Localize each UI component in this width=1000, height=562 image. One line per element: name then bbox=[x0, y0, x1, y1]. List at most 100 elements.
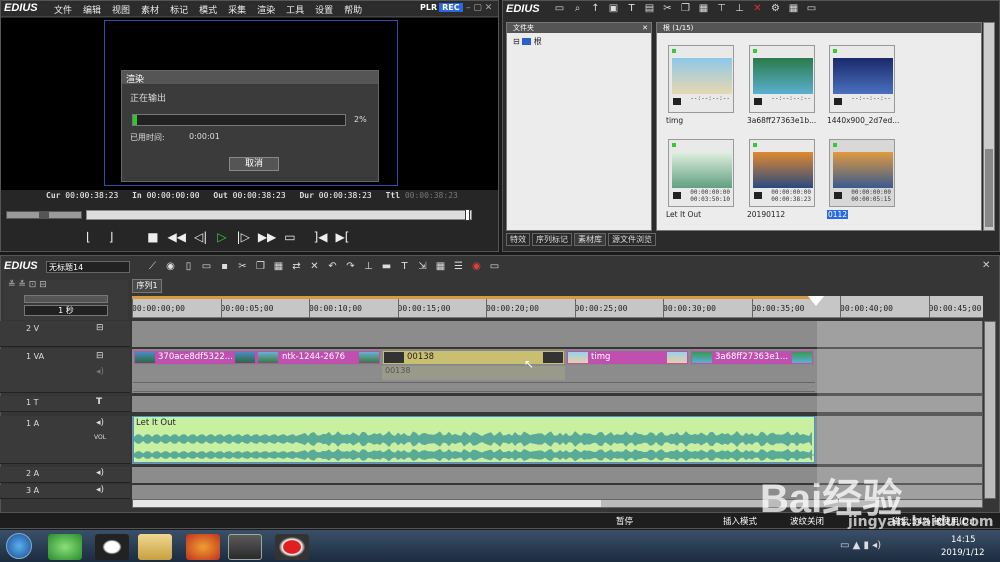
bin-tab-0[interactable]: 特效 bbox=[506, 233, 530, 246]
export-icon[interactable]: ⇲ bbox=[416, 261, 429, 273]
menu-item-4[interactable]: 标记 bbox=[170, 6, 188, 16]
a3-speaker-icon[interactable]: ◂) bbox=[96, 485, 104, 495]
new-icon[interactable]: ▯ bbox=[182, 261, 195, 273]
tl-title-icon[interactable]: T bbox=[398, 261, 411, 273]
rewind-icon[interactable]: ◀◀ bbox=[168, 230, 186, 244]
properties-icon[interactable]: ⚙ bbox=[769, 3, 782, 15]
v2-icon[interactable]: ⊟ bbox=[96, 323, 104, 333]
bin-clip-4[interactable]: 00:00:00:00 00:00:38:23 bbox=[749, 139, 815, 207]
delete-clip-icon[interactable]: ✕ bbox=[308, 261, 321, 273]
folder-root[interactable]: ⊟ 根 bbox=[513, 36, 651, 47]
bin-scroll-thumb[interactable] bbox=[985, 149, 993, 227]
t1-icon[interactable]: T bbox=[96, 397, 102, 407]
taskbar-explorer-icon[interactable] bbox=[138, 534, 172, 560]
bin-tab-3[interactable]: 源文件浏览 bbox=[608, 233, 656, 246]
tray-icons[interactable]: ▭ ▲ ▮ ◂) bbox=[840, 540, 881, 551]
redo-icon[interactable]: ↷ bbox=[344, 261, 357, 273]
up-icon[interactable]: ↑ bbox=[589, 3, 602, 15]
scale-selector[interactable]: 1 秒 bbox=[24, 305, 108, 316]
a1-speaker-icon[interactable]: ◂) bbox=[96, 418, 104, 428]
track-header-t1[interactable]: 1 T T bbox=[0, 396, 130, 412]
loop-icon[interactable]: ▭ bbox=[284, 230, 295, 244]
plr-rec-switch[interactable]: PLR REC bbox=[418, 3, 463, 14]
taskbar-recorder-icon[interactable] bbox=[275, 534, 309, 560]
record-icon[interactable]: ◉ bbox=[470, 261, 483, 273]
status-insert-mode[interactable]: 插入模式 bbox=[723, 515, 757, 527]
taskbar-edius-icon[interactable] bbox=[228, 534, 262, 560]
undo-icon[interactable]: ↶ bbox=[326, 261, 339, 273]
project-name[interactable]: 无标题14 bbox=[46, 261, 130, 273]
insert-timeline-icon[interactable]: ⊥ bbox=[733, 3, 746, 15]
va1-icon[interactable]: ⊟ bbox=[96, 351, 104, 361]
capture-icon[interactable]: ◉ bbox=[164, 261, 177, 273]
position-slider[interactable] bbox=[86, 209, 472, 221]
bin-scrollbar[interactable] bbox=[983, 22, 995, 231]
view-icon[interactable]: ▦ bbox=[787, 3, 800, 15]
a2-speaker-icon[interactable]: ◂) bbox=[96, 468, 104, 478]
video-clip-last[interactable]: 3a68ff27363e1... bbox=[690, 350, 814, 365]
grid-icon[interactable]: ▦ bbox=[434, 261, 447, 273]
sequence-tab[interactable]: 序列1 bbox=[132, 279, 162, 293]
cut-icon[interactable]: ✂ bbox=[661, 3, 674, 15]
bin-clip-0[interactable]: --:--:--:-- bbox=[668, 45, 734, 113]
fast-forward-icon[interactable]: ▶▶ bbox=[258, 230, 276, 244]
copy-icon[interactable]: ❐ bbox=[679, 3, 692, 15]
hscroll-thumb[interactable] bbox=[133, 500, 601, 507]
folder-close-icon[interactable]: ✕ bbox=[642, 23, 648, 33]
track-header-va1[interactable]: 1 VA ⊟ ◂) bbox=[0, 349, 130, 393]
tl-menu-icon[interactable]: ▭ bbox=[488, 261, 501, 273]
expand-icon[interactable]: ⊟ bbox=[513, 37, 520, 46]
window-controls[interactable]: – ▢ ✕ bbox=[466, 3, 496, 14]
tl-paste-icon[interactable]: ▦ bbox=[272, 261, 285, 273]
clock-date[interactable]: 2019/1/12 bbox=[941, 548, 985, 558]
search-icon[interactable]: ⌕ bbox=[571, 3, 584, 15]
plr-label[interactable]: PLR bbox=[418, 3, 439, 12]
audio-clip[interactable]: Let It Out bbox=[133, 416, 815, 463]
delete-icon[interactable]: ✕ bbox=[751, 3, 764, 15]
tl-copy-icon[interactable]: ❐ bbox=[254, 261, 267, 273]
va1-speaker-icon[interactable]: ◂) bbox=[96, 367, 104, 377]
taskbar-qq-icon[interactable] bbox=[95, 534, 129, 560]
shuttle-handle[interactable] bbox=[39, 212, 49, 218]
save-icon[interactable]: ▪ bbox=[218, 261, 231, 273]
set-out-icon[interactable]: ⌋ bbox=[109, 230, 114, 244]
snap-icon[interactable]: ▬ bbox=[380, 261, 393, 273]
marker-icon[interactable]: ⊥ bbox=[362, 261, 375, 273]
folder-icon[interactable]: ▭ bbox=[553, 3, 566, 15]
start-button[interactable] bbox=[6, 533, 32, 559]
menu-item-0[interactable]: 文件 bbox=[54, 6, 72, 16]
video-clip-1[interactable]: 370ace8df5322... ntk-1244-2676 bbox=[133, 350, 381, 365]
menu-item-2[interactable]: 视图 bbox=[112, 6, 130, 16]
taskbar-firefox-icon[interactable] bbox=[186, 534, 220, 560]
track-header-a1[interactable]: 1 A ◂) VOL bbox=[0, 416, 130, 464]
position-handle[interactable] bbox=[465, 209, 470, 221]
track-header-a3[interactable]: 3 A ◂) bbox=[0, 485, 130, 499]
menu-item-6[interactable]: 采集 bbox=[228, 6, 246, 16]
track-header-v2[interactable]: 2 V ⊟ bbox=[0, 321, 130, 347]
menu-item-3[interactable]: 素材 bbox=[141, 6, 159, 16]
bin-menu-icon[interactable]: ▭ bbox=[805, 3, 818, 15]
bin-clip-1[interactable]: --:--:--:-- bbox=[749, 45, 815, 113]
menu-item-5[interactable]: 模式 bbox=[199, 6, 217, 16]
track-header-a2[interactable]: 2 A ◂) bbox=[0, 467, 130, 483]
track-tools[interactable]: ≚ ≛ ⊡ ⊟ bbox=[4, 280, 128, 292]
play-icon[interactable]: ▷ bbox=[217, 230, 226, 244]
title-icon[interactable]: T bbox=[625, 3, 638, 15]
rec-label[interactable]: REC bbox=[439, 3, 463, 12]
menu-item-7[interactable]: 渲染 bbox=[257, 6, 275, 16]
video-clip-yellow[interactable]: 00138 bbox=[382, 350, 565, 365]
paste-icon[interactable]: ▦ bbox=[697, 3, 710, 15]
playhead-marker[interactable] bbox=[808, 296, 824, 306]
menu-item-8[interactable]: 工具 bbox=[286, 6, 304, 16]
taskbar-browser-icon[interactable] bbox=[48, 534, 82, 560]
monitor-icon[interactable]: ▤ bbox=[643, 3, 656, 15]
timeline-close-icon[interactable]: ✕ bbox=[982, 260, 990, 271]
shuttle-slider[interactable] bbox=[6, 211, 82, 219]
video-clip-timg[interactable]: timg bbox=[566, 350, 689, 365]
timeline-vscroll[interactable] bbox=[984, 321, 996, 499]
menu-item-9[interactable]: 设置 bbox=[315, 6, 333, 16]
new-folder-icon[interactable]: ▣ bbox=[607, 3, 620, 15]
zoom-slider[interactable] bbox=[24, 295, 108, 303]
menu-item-1[interactable]: 编辑 bbox=[83, 6, 101, 16]
step-back-icon[interactable]: ◁| bbox=[194, 230, 207, 244]
